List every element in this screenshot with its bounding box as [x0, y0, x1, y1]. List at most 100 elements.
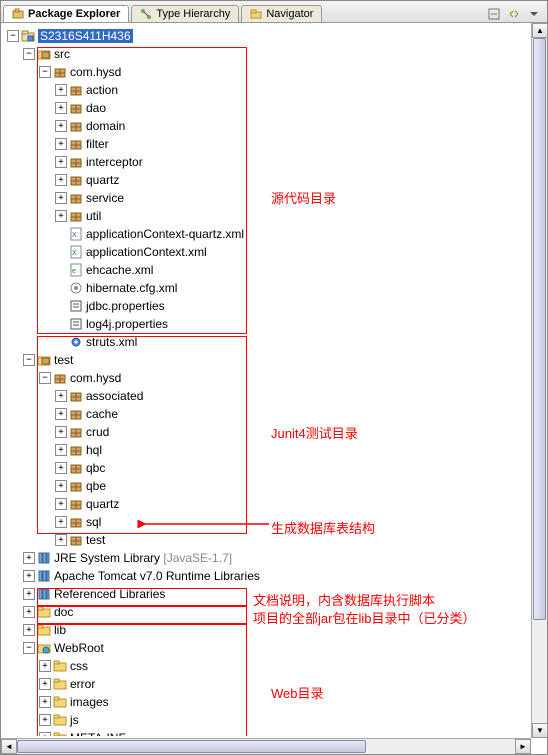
expander-icon[interactable]: +	[55, 84, 67, 96]
expander-icon[interactable]: −	[23, 354, 35, 366]
annotation-dbgen: 生成数据库表结构	[271, 518, 375, 537]
file-node[interactable]: struts.xml	[7, 333, 545, 351]
expander-icon[interactable]: +	[55, 102, 67, 114]
tab-type-hierarchy[interactable]: Type Hierarchy	[131, 5, 239, 22]
expander-icon[interactable]: +	[55, 192, 67, 204]
expander-icon[interactable]: −	[23, 642, 35, 654]
expander-icon[interactable]: +	[23, 606, 35, 618]
expander-icon[interactable]: +	[55, 516, 67, 528]
package-node[interactable]: + interceptor	[7, 153, 545, 171]
file-node[interactable]: XapplicationContext-quartz.xml	[7, 225, 545, 243]
expander-icon[interactable]: +	[55, 480, 67, 492]
folder-label: src	[54, 47, 70, 61]
expander-icon[interactable]: −	[7, 30, 19, 42]
package-node[interactable]: +action	[7, 81, 545, 99]
expander-icon[interactable]: +	[55, 444, 67, 456]
tab-package-explorer[interactable]: Package Explorer	[3, 5, 129, 22]
tree-label: dao	[86, 101, 106, 115]
file-node[interactable]: hibernate.cfg.xml	[7, 279, 545, 297]
project-label[interactable]: S2316S411H436	[38, 29, 133, 43]
svg-text:e: e	[72, 268, 76, 275]
tree-label: log4j.properties	[86, 317, 168, 331]
package-tree: − S2316S411H436 − src − com.hysd +action…	[1, 23, 547, 736]
package-icon	[69, 425, 83, 439]
collapse-all-button[interactable]	[485, 6, 503, 22]
expander-icon[interactable]: +	[55, 210, 67, 222]
package-node[interactable]: + cache	[7, 405, 545, 423]
expander-icon[interactable]: +	[39, 696, 51, 708]
src-folder[interactable]: − src	[7, 45, 545, 63]
expander-icon[interactable]: +	[23, 588, 35, 600]
package-node[interactable]: +qbe	[7, 477, 545, 495]
webroot-folder[interactable]: − WebRoot	[7, 639, 545, 657]
tab-navigator[interactable]: Navigator	[241, 5, 322, 22]
expander-icon[interactable]: +	[39, 732, 51, 736]
expander-icon[interactable]: +	[55, 138, 67, 150]
expander-icon[interactable]: +	[55, 120, 67, 132]
expander-icon[interactable]: +	[39, 660, 51, 672]
package-node[interactable]: +associated	[7, 387, 545, 405]
package-node[interactable]: +quartz	[7, 171, 545, 189]
package-node[interactable]: +qbc	[7, 459, 545, 477]
expander-icon[interactable]: +	[23, 552, 35, 564]
folder-node[interactable]: + css	[7, 657, 545, 675]
link-editor-button[interactable]	[505, 6, 523, 22]
file-node[interactable]: jdbc.properties	[7, 297, 545, 315]
expander-icon[interactable]: +	[23, 570, 35, 582]
file-node[interactable]: XapplicationContext.xml	[7, 243, 545, 261]
tree-label: css	[70, 659, 88, 673]
scroll-thumb[interactable]	[17, 740, 366, 753]
expander-icon[interactable]: +	[55, 408, 67, 420]
project-node[interactable]: − S2316S411H436	[7, 27, 545, 45]
expander-icon[interactable]: −	[23, 48, 35, 60]
test-folder[interactable]: − test	[7, 351, 545, 369]
expander-icon[interactable]: +	[55, 462, 67, 474]
file-node[interactable]: eehcache.xml	[7, 261, 545, 279]
expander-icon[interactable]: +	[39, 678, 51, 690]
expander-icon[interactable]: +	[55, 156, 67, 168]
package-icon	[69, 461, 83, 475]
library-icon	[37, 551, 51, 565]
tab-label: Package Explorer	[28, 8, 120, 20]
library-node[interactable]: +Apache Tomcat v7.0 Runtime Libraries	[7, 567, 545, 585]
expander-icon[interactable]: +	[23, 624, 35, 636]
package-icon	[69, 191, 83, 205]
package-node[interactable]: +util	[7, 207, 545, 225]
package-node[interactable]: − com.hysd	[7, 63, 545, 81]
folder-icon	[53, 659, 67, 673]
package-icon	[69, 389, 83, 403]
view-menu-button[interactable]	[525, 6, 543, 22]
expander-icon[interactable]: +	[55, 174, 67, 186]
package-node[interactable]: + dao	[7, 99, 545, 117]
scroll-down-button[interactable]: ▼	[532, 723, 548, 738]
folder-node[interactable]: +META-INF	[7, 729, 545, 736]
expander-icon[interactable]: +	[55, 498, 67, 510]
vertical-scrollbar[interactable]: ▲ ▼	[531, 23, 547, 738]
tree-label: interceptor	[86, 155, 143, 169]
svg-text:X: X	[72, 232, 77, 239]
file-node[interactable]: log4j.properties	[7, 315, 545, 333]
package-node[interactable]: +filter	[7, 135, 545, 153]
file-icon: X	[69, 245, 83, 259]
expander-icon[interactable]: +	[55, 390, 67, 402]
scroll-right-button[interactable]: ►	[515, 739, 531, 754]
horizontal-scrollbar[interactable]: ◄ ►	[1, 738, 531, 754]
expander-icon[interactable]: +	[39, 714, 51, 726]
package-icon	[69, 515, 83, 529]
scroll-up-button[interactable]: ▲	[532, 23, 548, 38]
expander-icon[interactable]: −	[39, 372, 51, 384]
expander-icon[interactable]: −	[39, 66, 51, 78]
folder-node[interactable]: +js	[7, 711, 545, 729]
package-node[interactable]: − com.hysd	[7, 369, 545, 387]
library-node[interactable]: +JRE System Library [JavaSE-1.7]	[7, 549, 545, 567]
expander-icon[interactable]: +	[55, 534, 67, 546]
scroll-left-button[interactable]: ◄	[1, 739, 17, 754]
package-node[interactable]: +quartz	[7, 495, 545, 513]
tree-label: cache	[86, 407, 118, 421]
folder-icon	[53, 731, 67, 736]
expander-icon[interactable]: +	[55, 426, 67, 438]
file-icon	[69, 317, 83, 331]
package-node[interactable]: +domain	[7, 117, 545, 135]
scroll-thumb[interactable]	[533, 38, 546, 620]
package-node[interactable]: +hql	[7, 441, 545, 459]
